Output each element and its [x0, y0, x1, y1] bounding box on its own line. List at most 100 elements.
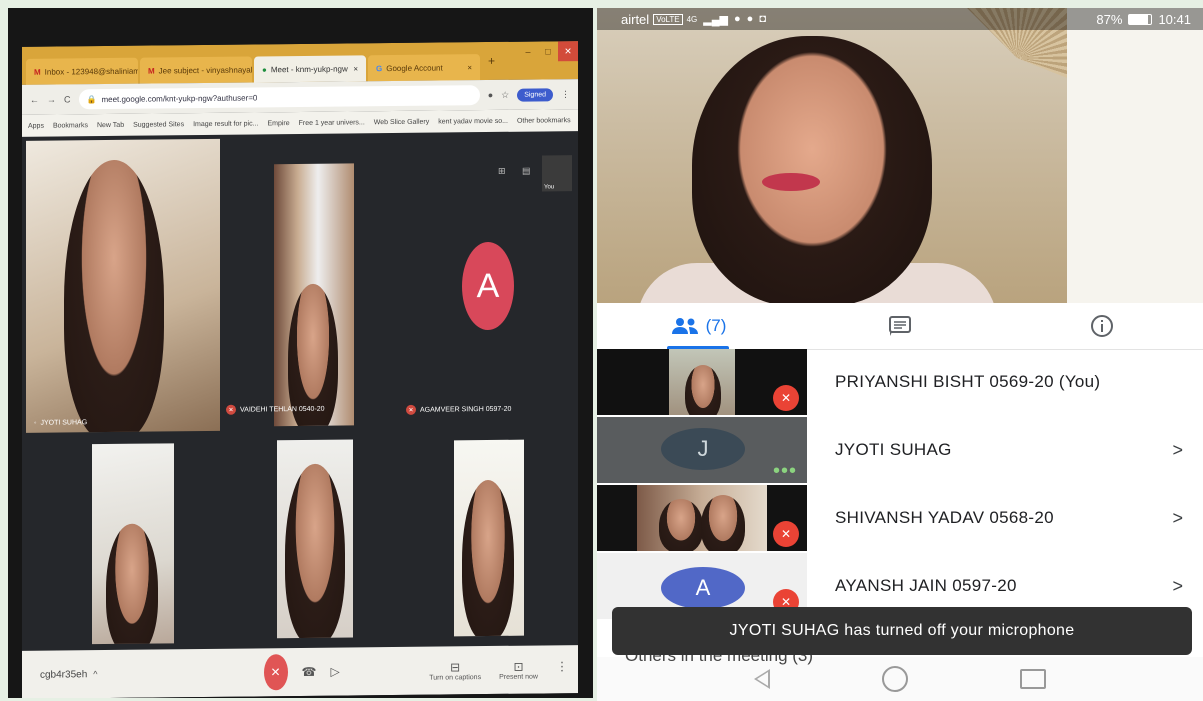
phone-screenshot: airtel VoLTE 4G ▂▄▆ ● ● ◘ 87% 10:41 (7) [597, 8, 1203, 701]
home-icon[interactable] [882, 666, 908, 692]
back-icon[interactable] [754, 669, 770, 689]
bookmark-item[interactable]: Suggested Sites [133, 121, 184, 129]
close-window-button[interactable]: ✕ [558, 41, 578, 62]
signin-button[interactable]: Signed [517, 87, 553, 102]
meet-control-bar: cgb4r35eh ^ ✕ ☎ ▷ ⊟ Turn on captions ⊡ Pre… [22, 645, 578, 698]
bookmark-item[interactable]: Image result for pic... [193, 120, 258, 128]
url-field[interactable]: 🔒 meet.google.com/knt-yukp-ngw?authuser=0 [78, 85, 480, 110]
list-item[interactable]: ✕ PRIYANSHI BISHT 0569-20 (You) [597, 349, 1203, 415]
video-tile-jyoti[interactable]: ◦ JYOTI SUHAG [26, 138, 220, 433]
participant-video [285, 463, 345, 639]
meet-icon: ● [262, 64, 267, 74]
participant-name: PRIYANSHI BISHT 0569-20 (You) [835, 372, 1101, 391]
chevron-up-icon[interactable]: ^ [93, 669, 97, 679]
tab-info[interactable] [1001, 303, 1203, 349]
people-icon [671, 318, 698, 334]
mic-off-icon: ✕ [773, 521, 799, 547]
self-preview[interactable]: You [542, 155, 572, 192]
recents-icon[interactable] [1020, 669, 1046, 689]
grid-layout-icon[interactable]: ⊞ [498, 166, 506, 177]
minimize-button[interactable]: – [518, 42, 538, 62]
camera-button[interactable]: ▷ [330, 665, 339, 679]
speaking-indicator-icon: ••• [772, 460, 797, 482]
mic-off-icon: ✕ [226, 404, 236, 415]
toast-message: JYOTI SUHAG has turned off your micropho… [612, 607, 1192, 655]
browser-tab-inbox[interactable]: MInbox - 123948@shaliniam.x...× [26, 57, 138, 85]
mic-button[interactable]: ✕ [263, 654, 288, 691]
hang-up-icon[interactable]: ☎ [302, 665, 317, 679]
present-button[interactable]: ⊡ Present now [499, 659, 538, 680]
battery-icon [1128, 13, 1153, 25]
info-icon [1091, 315, 1113, 337]
tab-chat[interactable] [799, 303, 1001, 349]
participant-list: ✕ PRIYANSHI BISHT 0569-20 (You) J ••• JY… [597, 349, 1203, 649]
reload-icon[interactable]: C [64, 94, 71, 104]
people-count: (7) [705, 316, 727, 335]
shield-icon: ◘ [759, 12, 766, 25]
video-tile-participant[interactable] [92, 443, 174, 645]
close-icon[interactable]: × [353, 64, 358, 73]
meeting-code[interactable]: cgb4r35eh [40, 669, 87, 680]
clock: 10:41 [1158, 11, 1191, 27]
bookmark-item[interactable]: Apps [28, 122, 44, 129]
chat-icon[interactable]: ▤ [522, 166, 531, 177]
laptop-photo: MInbox - 123948@shaliniam.x...× MJee sub… [8, 8, 593, 698]
bookmark-item[interactable]: Bookmarks [53, 122, 88, 129]
chat-icon [889, 316, 911, 336]
chat-icon: ● [746, 12, 754, 25]
mic-off-icon: ✕ [773, 385, 799, 411]
forward-arrow-icon[interactable]: → [47, 95, 56, 105]
list-item[interactable]: J ••• JYOTI SUHAG > [597, 417, 1203, 483]
mic-off-icon: ✕ [406, 404, 416, 415]
carrier: airtel [621, 11, 650, 27]
status-bar: airtel VoLTE 4G ▂▄▆ ● ● ◘ 87% 10:41 [597, 8, 1203, 30]
google-icon: G [376, 63, 383, 73]
camera-icon[interactable]: ● [488, 90, 493, 100]
meet-grid: ◦ JYOTI SUHAG ✕ VAIDEHI TEHLAN 0540-20 A ✕… [22, 131, 578, 651]
bookmark-item[interactable]: Free 1 year univers... [299, 119, 365, 127]
close-icon[interactable]: × [467, 63, 472, 72]
menu-dots-icon[interactable]: ⋮ [561, 89, 570, 100]
browser-tab-jee[interactable]: MJee subject - vinyashnayaktha...× [140, 56, 252, 84]
more-options-icon[interactable]: ⋮ [556, 659, 568, 680]
bookmark-item[interactable]: Empire [267, 120, 289, 127]
main-video [597, 8, 1203, 303]
tab-people[interactable]: (7) [597, 303, 799, 349]
avatar: J [661, 428, 745, 470]
video-tile-participant[interactable] [454, 439, 524, 637]
participant-video [64, 159, 164, 433]
laptop-screen: MInbox - 123948@shaliniam.x...× MJee sub… [22, 41, 578, 698]
bookmark-item[interactable]: Web Slice Gallery [374, 118, 430, 126]
back-arrow-icon[interactable]: ← [30, 95, 39, 105]
battery-percent: 87% [1096, 11, 1123, 27]
browser-tab-account[interactable]: G Google Account × [368, 54, 480, 82]
list-item[interactable]: ✕ SHIVANSH YADAV 0568-20 > [597, 485, 1203, 551]
star-icon[interactable]: ☆ [501, 89, 509, 100]
avatar: A [661, 567, 745, 609]
hangouts-icon: ● [734, 12, 741, 25]
present-icon: ⊡ [513, 659, 524, 674]
participant-thumbnail: ✕ [597, 349, 807, 415]
chevron-right-icon[interactable]: > [1172, 576, 1183, 597]
participant-thumbnail: J ••• [597, 417, 807, 483]
video-tile-participant[interactable] [277, 439, 353, 639]
tile-name: AGAMVEER SINGH 0597-20 [420, 405, 512, 414]
participant-video [685, 365, 721, 415]
bookmark-item[interactable]: kent yadav movie so... [438, 117, 508, 125]
chevron-right-icon[interactable]: > [1172, 440, 1183, 461]
browser-tab-meet[interactable]: ● Meet - knm-yukp-ngw × [254, 55, 366, 83]
bookmark-item[interactable]: New Tab [97, 121, 124, 128]
participant-video [701, 495, 745, 551]
captions-button[interactable]: ⊟ Turn on captions [429, 660, 481, 681]
chevron-right-icon[interactable]: > [1172, 508, 1183, 529]
new-tab-button[interactable]: + [482, 54, 501, 68]
video-tile-vaidehi[interactable] [274, 163, 354, 427]
panel-tabs: (7) [597, 303, 1203, 350]
avatar-agamveer: A [462, 241, 514, 331]
maximize-button[interactable]: □ [538, 41, 558, 61]
window-controls: – □ ✕ [518, 41, 578, 62]
tile-name: JYOTI SUHAG [40, 419, 88, 427]
participant-video [106, 523, 158, 645]
bookmark-item[interactable]: Other bookmarks [517, 117, 571, 125]
participant-video [659, 499, 703, 551]
